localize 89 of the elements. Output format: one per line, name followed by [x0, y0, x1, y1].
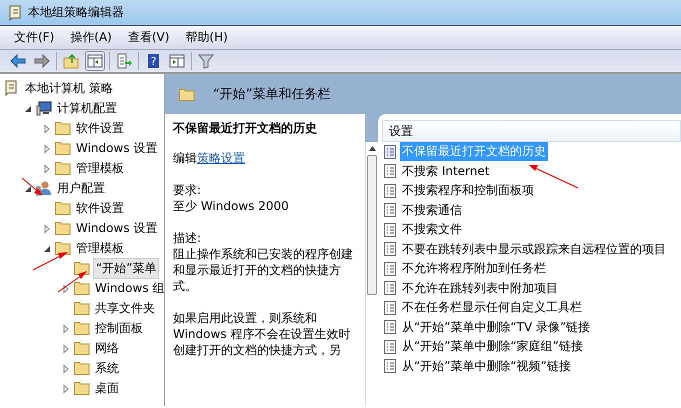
description-text: 阻止操作系统和已安装的程序创建和显示最近打开的文档的快捷方式。 [173, 246, 354, 294]
document-icon [384, 300, 396, 315]
policy-settings-link[interactable]: 策略设置 [197, 151, 245, 165]
scroll-up-arrow-icon[interactable] [368, 146, 376, 151]
folder-icon [55, 140, 71, 156]
scrollbar[interactable] [365, 142, 378, 406]
folder-icon [74, 340, 90, 356]
folder-icon [74, 360, 90, 376]
folder-icon [74, 280, 90, 296]
tree-item[interactable]: 用户配置 [55, 178, 107, 198]
folder-icon [55, 200, 71, 216]
folder-icon [55, 120, 71, 136]
tree-item[interactable]: 共享文件夹 [93, 298, 157, 318]
tree-item[interactable]: 管理模板 [74, 238, 126, 258]
column-header[interactable]: 设置 [382, 120, 681, 142]
policy-title: 不保留最近打开文档的历史 [173, 120, 318, 136]
tree-item[interactable]: 管理模板 [74, 158, 126, 178]
menu-item[interactable]: 帮助(H) [185, 27, 228, 48]
document-icon [384, 262, 396, 276]
document-icon [384, 203, 396, 218]
annotation-arrow [22, 178, 42, 196]
setting-item[interactable]: 不搜索程序和控制面板项 [400, 181, 536, 200]
tree-item[interactable]: 控制面板 [93, 318, 145, 338]
folder-icon [74, 300, 90, 316]
setting-item[interactable]: 不允许将程序附加到任务栏 [400, 259, 548, 278]
setting-item[interactable]: 从“开始”菜单中删除“视频”链接 [400, 356, 573, 376]
folder-up-button[interactable] [61, 51, 81, 71]
help-button[interactable]: ? [143, 51, 163, 71]
folder-icon [55, 160, 71, 176]
document-icon [384, 242, 396, 256]
edit-sentence: 编辑策略设置 [173, 150, 246, 166]
setting-item[interactable]: 不在任务栏显示任何自定义工具栏 [400, 298, 584, 318]
tree-item[interactable]: 网络 [93, 338, 121, 358]
document-icon [384, 359, 396, 374]
setting-item[interactable]: 不搜索文件 [400, 220, 464, 240]
folder-icon [74, 320, 90, 336]
annotation-arrow [32, 252, 68, 270]
menu-item[interactable]: 操作(A) [70, 27, 112, 48]
expand-arrow-icon[interactable] [42, 123, 52, 133]
computer-icon [36, 100, 52, 116]
document-icon [384, 281, 396, 296]
expand-arrow-icon[interactable] [42, 163, 52, 173]
tree-item[interactable]: 软件设置 [74, 118, 126, 138]
expand-arrow-icon[interactable] [42, 143, 52, 153]
tree-item[interactable]: “开始”菜单 [93, 258, 160, 278]
setting-item[interactable]: 不搜索 Internet [400, 162, 492, 181]
tree-item[interactable]: 桌面 [93, 378, 121, 398]
tree-item[interactable]: 本地计算机 策略 [23, 78, 115, 98]
folder-icon [55, 220, 71, 236]
expand-arrow-icon[interactable] [61, 283, 71, 293]
scroll-icon [8, 4, 22, 20]
document-icon [384, 340, 396, 354]
description-text: 如果启用此设置，则系统和 Windows 程序不会在设置生效时创建打开的文档的快捷方式，另 [173, 310, 352, 358]
requirements-label: 要求: [173, 183, 202, 197]
tree-item[interactable]: Windows 设置 [74, 218, 160, 238]
expand-arrow-icon[interactable] [61, 383, 71, 393]
folder-icon [74, 260, 90, 276]
tree-item[interactable]: 软件设置 [74, 198, 126, 218]
setting-item[interactable]: 从“开始”菜单中删除“家庭组”链接 [400, 337, 585, 356]
document-icon [384, 184, 396, 198]
expand-arrow-icon[interactable] [61, 323, 71, 333]
window-title: 本地组策略编辑器 [28, 4, 124, 21]
pane-toggle-button[interactable] [85, 51, 105, 71]
header-title: “开始”菜单和任务栏 [213, 86, 330, 103]
setting-item[interactable]: 不搜索通信 [400, 200, 464, 220]
expand-arrow-icon[interactable] [42, 223, 52, 233]
setting-item[interactable]: 不要在跳转列表中显示或跟踪来自远程位置的项目 [400, 240, 668, 259]
requirements-text: 至少 Windows 2000 [173, 199, 289, 213]
expand-arrow-icon[interactable] [61, 363, 71, 373]
expand-arrow-icon[interactable] [61, 343, 71, 353]
folder-icon [74, 380, 90, 396]
tree-item[interactable]: Windows 设置 [74, 138, 160, 158]
annotation-arrow [58, 271, 87, 292]
setting-item[interactable]: 从“开始”菜单中删除“TV 录像”链接 [400, 318, 592, 337]
setting-item[interactable]: 不允许在跳转列表中附加项目 [400, 278, 560, 298]
tree-item[interactable]: 系统 [93, 358, 121, 378]
folder-icon [55, 240, 71, 256]
folder-icon [179, 88, 195, 100]
back-arrow-button[interactable] [8, 51, 28, 71]
document-icon [384, 222, 396, 237]
description-label: 描述: [173, 231, 202, 245]
tree-item[interactable]: 计算机配置 [55, 98, 119, 118]
document-icon [384, 144, 396, 159]
menu-item[interactable]: 文件(F) [14, 27, 54, 48]
tree-item[interactable]: Windows 组 [93, 278, 164, 298]
menu-item[interactable]: 查看(V) [128, 27, 170, 48]
forward-arrow-button[interactable] [32, 51, 52, 71]
document-icon [384, 320, 396, 334]
document-icon [384, 164, 396, 178]
